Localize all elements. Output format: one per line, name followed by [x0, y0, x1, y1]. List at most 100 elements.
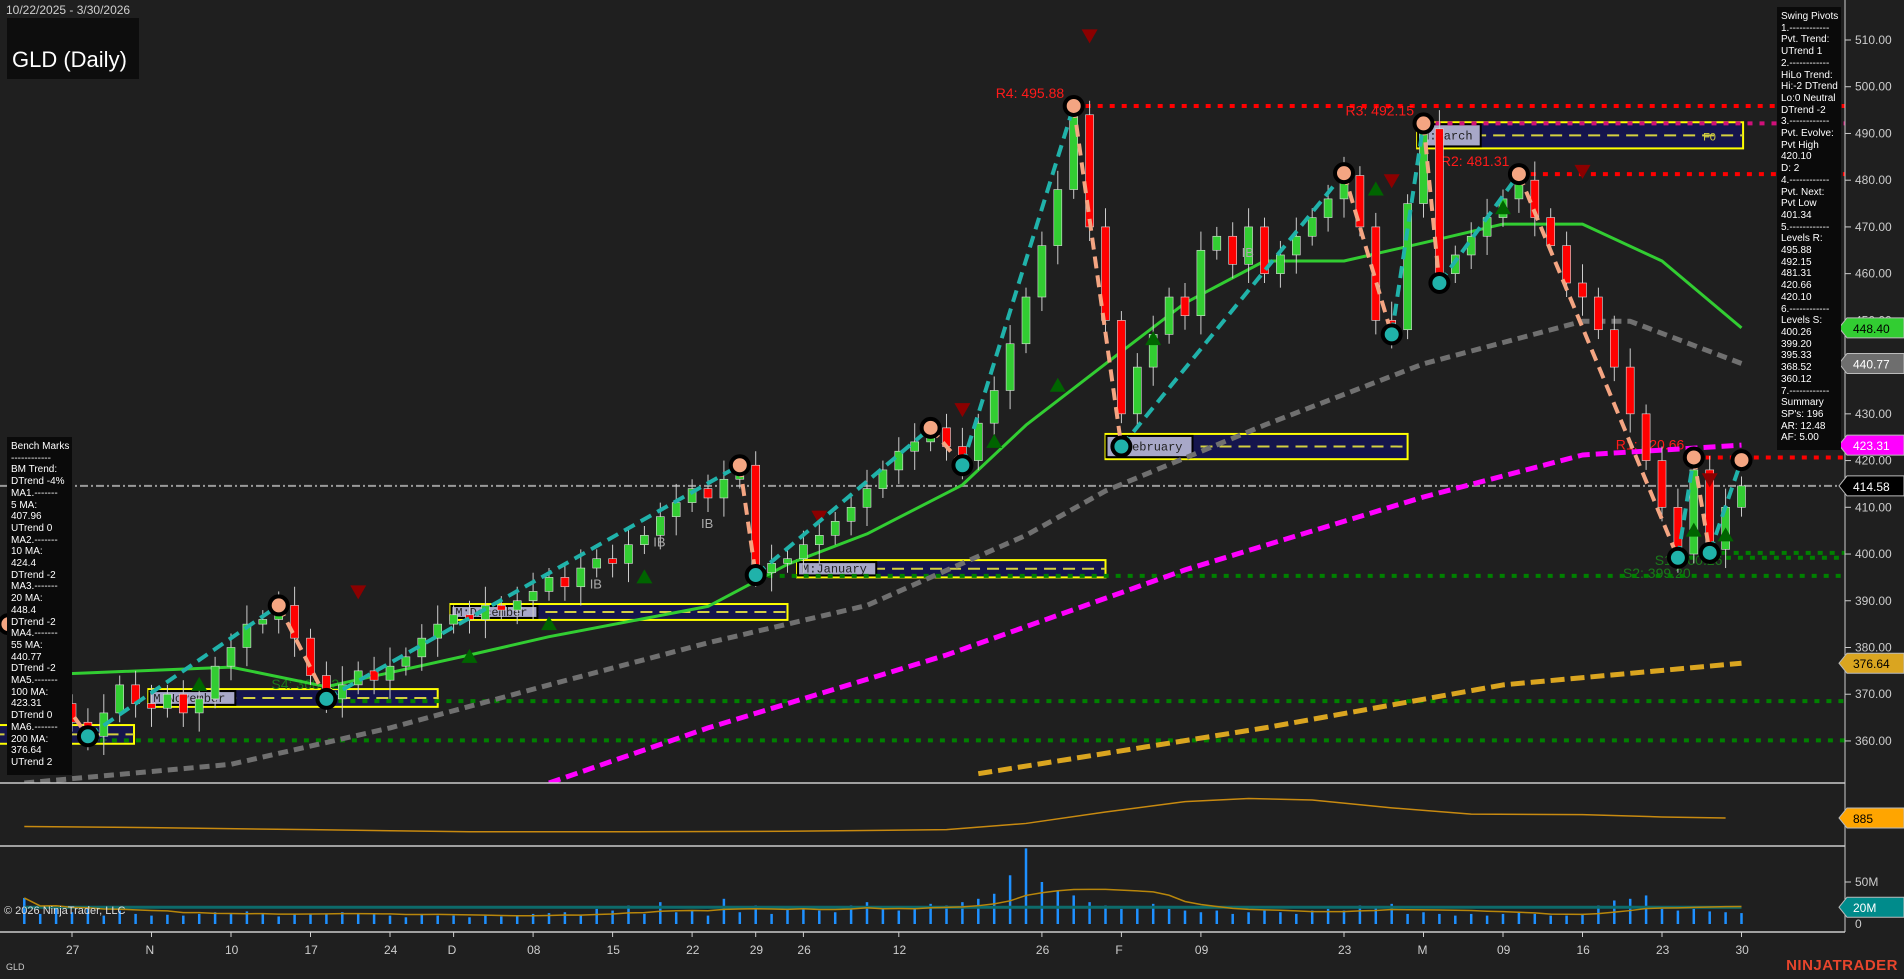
- level-label: R3: 492.15: [1346, 102, 1415, 118]
- price-tick-label: 370.00: [1855, 687, 1892, 701]
- oscillator-value-tag: 885: [1853, 812, 1873, 826]
- candle-up: [989, 390, 999, 424]
- panel-line: 440.77: [11, 651, 42, 663]
- panel-line: 20 MA:: [11, 593, 43, 605]
- inside-bar-label: IB: [1242, 245, 1254, 260]
- candle-up: [1276, 254, 1285, 274]
- panel-line: Hi:-2 DTrend: [1781, 81, 1838, 93]
- date-tick-label: 17: [305, 943, 319, 957]
- price-tick-label: 490.00: [1855, 126, 1892, 140]
- triangle-up-icon: [636, 569, 653, 584]
- swing-leg: [1071, 105, 1124, 447]
- volume-tick-label: 0: [1855, 917, 1862, 931]
- panel-line: BM Trend:: [11, 464, 58, 476]
- candle-up: [401, 656, 411, 667]
- panel-line: HiLo Trend:: [1781, 69, 1833, 81]
- panel-line: 420.66: [1781, 280, 1812, 292]
- candle-up: [194, 698, 204, 714]
- candle-down: [1562, 245, 1571, 284]
- panel-line: MA3.-------: [11, 581, 58, 593]
- swing-high-pivot: [1333, 162, 1355, 185]
- candle-up: [210, 665, 220, 700]
- panel-line: 376.64: [11, 745, 42, 757]
- panel-line: 2.------------: [1781, 57, 1830, 69]
- panel-line: DTrend -4%: [11, 476, 65, 488]
- panel-line: MA1.-------: [11, 487, 58, 499]
- candle-down: [1610, 329, 1619, 368]
- candle-up: [1133, 366, 1142, 415]
- level-label: R4: 495.88: [996, 85, 1065, 101]
- date-tick-label: 08: [527, 943, 541, 957]
- triangle-up-icon: [1685, 522, 1702, 537]
- level-label: R2: 481.31: [1441, 153, 1510, 169]
- candle-up: [1403, 203, 1412, 331]
- swing-leg: [960, 105, 1076, 466]
- ma55-price-tag: 440.77: [1853, 358, 1890, 372]
- triangle-down-icon: [954, 403, 971, 418]
- candle-up: [830, 521, 840, 536]
- date-tick-label: 15: [607, 943, 621, 957]
- candle-down: [1594, 296, 1603, 331]
- current-price-tag: 414.58: [1853, 480, 1890, 494]
- candle-up: [385, 665, 395, 681]
- candle-up: [1212, 235, 1222, 251]
- swing-low-pivot: [1666, 546, 1689, 569]
- price-tick-label: 420.00: [1855, 454, 1892, 468]
- zone-label: M:January: [802, 563, 867, 577]
- candle-up: [767, 563, 776, 574]
- date-tick-label: 10: [225, 943, 239, 957]
- candle-down: [306, 637, 315, 676]
- swing-leg: [1437, 172, 1521, 285]
- candle-up: [512, 600, 522, 611]
- panel-line: Bench Marks: [11, 441, 70, 452]
- swing-high-pivot: [919, 416, 942, 439]
- price-tick-label: 410.00: [1855, 500, 1892, 514]
- date-tick-label: 30: [1736, 943, 1750, 957]
- swing-low-pivot: [1380, 323, 1403, 346]
- candle-down: [1180, 296, 1190, 317]
- triangle-up-icon: [191, 676, 208, 691]
- swing-leg: [1342, 172, 1394, 335]
- price-chart[interactable]: 12M:NovemberM:DecemberM:JanuaryM:Februar…: [0, 0, 1904, 979]
- price-tick-label: 460.00: [1855, 267, 1892, 281]
- panel-line: UTrend 0: [11, 522, 53, 534]
- candle-up: [624, 544, 633, 564]
- ma200-price-tag: 376.64: [1853, 657, 1890, 671]
- panel-line: 5.------------: [1781, 221, 1830, 233]
- date-range: 10/22/2025 - 3/30/2026: [6, 3, 131, 17]
- panel-line: SP's: 196: [1781, 408, 1824, 420]
- candle-up: [528, 591, 538, 602]
- panel-line: Levels S:: [1781, 315, 1823, 327]
- candle-up: [783, 558, 792, 564]
- swing-high-pivot: [267, 594, 290, 617]
- chart-title: GLD (Daily): [12, 47, 127, 72]
- candle-up: [814, 535, 824, 545]
- panel-line: Pvt High: [1781, 139, 1819, 151]
- candle-up: [1323, 198, 1333, 218]
- panel-line: DTrend -2: [11, 663, 56, 675]
- swing-high-pivot: [728, 454, 751, 477]
- candle-up: [799, 544, 808, 560]
- candle-up: [258, 619, 268, 625]
- inside-bar-label: IB: [590, 577, 602, 592]
- panel-line: Lo:0 Neutral: [1781, 92, 1836, 104]
- date-tick-label: 26: [1036, 943, 1050, 957]
- panel-line: DTrend -2: [1781, 104, 1826, 116]
- swing-low-pivot: [1110, 435, 1133, 458]
- candle-up: [1737, 485, 1746, 508]
- panel-line: 401.34: [1781, 209, 1812, 221]
- date-tick-label: 27: [66, 943, 80, 957]
- triangle-up-icon: [1717, 527, 1734, 542]
- candle-up: [910, 441, 920, 452]
- swing-low-pivot: [1698, 541, 1721, 564]
- price-tick-label: 500.00: [1855, 80, 1892, 94]
- panel-line: 3.------------: [1781, 116, 1830, 128]
- oscillator-line: [24, 797, 1726, 833]
- panel-line: Pvt Low: [1781, 198, 1817, 210]
- triangle-up-icon: [1367, 181, 1384, 196]
- candle-up: [1053, 189, 1063, 246]
- triangle-down-icon: [1081, 29, 1098, 44]
- copyright: © 2026 NinjaTrader, LLC: [4, 905, 126, 917]
- panel-line: 400.26: [1781, 326, 1812, 338]
- date-tick-label: 09: [1195, 943, 1209, 957]
